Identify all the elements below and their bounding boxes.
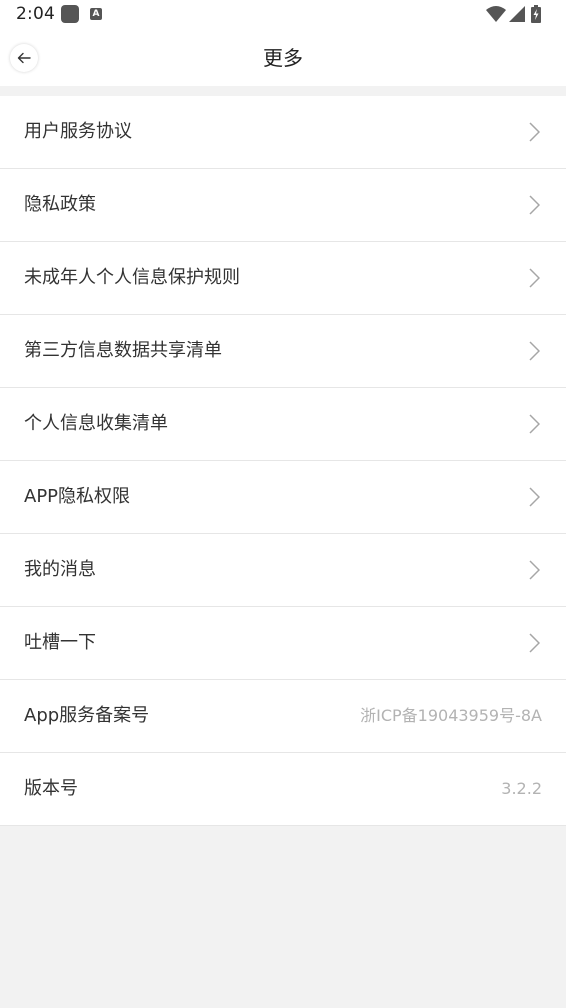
menu-item-label: 隐私政策 — [24, 194, 96, 215]
version-value: 3.2.2 — [501, 779, 542, 798]
menu-item-feedback[interactable]: 吐槽一下 — [0, 607, 566, 680]
icp-record-value: 浙ICP备19043959号-8A — [360, 706, 542, 725]
chevron-right-icon — [529, 633, 540, 653]
menu-item-version: 版本号 3.2.2 — [0, 753, 566, 826]
chevron-right-icon — [529, 560, 540, 580]
wifi-icon — [486, 6, 506, 22]
nav-bar: 更多 — [0, 30, 566, 86]
menu-item-label: APP隐私权限 — [24, 486, 131, 507]
status-indicators — [486, 5, 552, 25]
chevron-right-icon — [529, 341, 540, 361]
menu-list: 用户服务协议 隐私政策 未成年人个人信息保护规则 第三方信息数据共享清单 个人信… — [0, 96, 566, 826]
battery-charging-icon — [531, 5, 541, 23]
menu-item-label: 吐槽一下 — [24, 632, 96, 653]
menu-item-app-permissions[interactable]: APP隐私权限 — [0, 461, 566, 534]
menu-item-label: App服务备案号 — [24, 705, 150, 726]
menu-item-my-messages[interactable]: 我的消息 — [0, 534, 566, 607]
chevron-right-icon — [529, 414, 540, 434]
menu-item-icp-record: App服务备案号 浙ICP备19043959号-8A — [0, 680, 566, 753]
a-badge-icon: A — [90, 8, 102, 20]
menu-item-third-party-sharing[interactable]: 第三方信息数据共享清单 — [0, 315, 566, 388]
menu-item-label: 版本号 — [24, 778, 78, 799]
app-notification-icon — [61, 5, 79, 23]
menu-item-label: 个人信息收集清单 — [24, 413, 168, 434]
status-bar: 2:04 A — [0, 0, 566, 30]
status-time: 2:04 — [16, 4, 55, 24]
menu-item-label: 未成年人个人信息保护规则 — [24, 267, 240, 288]
chevron-right-icon — [529, 122, 540, 142]
chevron-right-icon — [529, 195, 540, 215]
menu-item-label: 第三方信息数据共享清单 — [24, 340, 222, 361]
menu-item-privacy-policy[interactable]: 隐私政策 — [0, 169, 566, 242]
menu-item-user-agreement[interactable]: 用户服务协议 — [0, 96, 566, 169]
signal-icon — [509, 6, 525, 22]
chevron-right-icon — [529, 487, 540, 507]
chevron-right-icon — [529, 268, 540, 288]
menu-item-info-collection[interactable]: 个人信息收集清单 — [0, 388, 566, 461]
menu-item-label: 用户服务协议 — [24, 121, 132, 142]
menu-item-label: 我的消息 — [24, 559, 96, 580]
page-title: 更多 — [263, 46, 303, 70]
menu-item-minor-protection[interactable]: 未成年人个人信息保护规则 — [0, 242, 566, 315]
